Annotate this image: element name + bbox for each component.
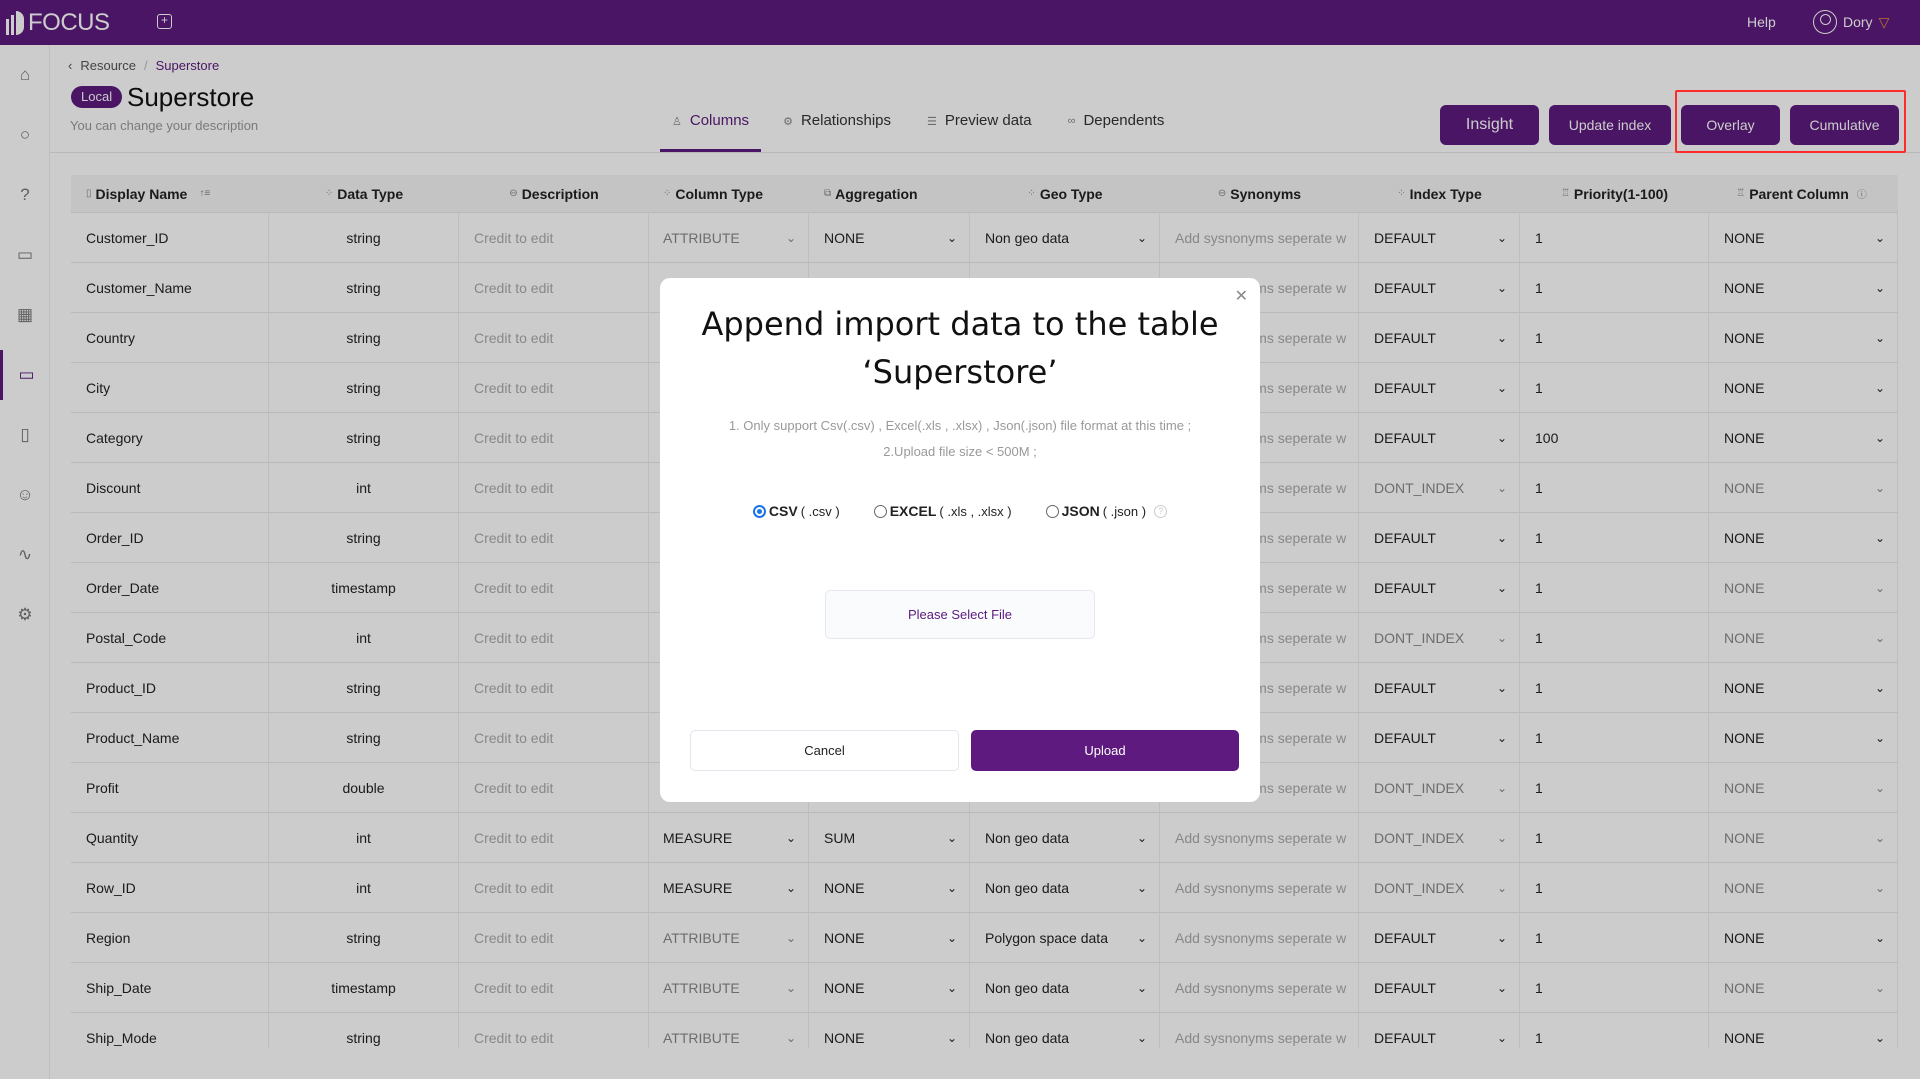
file-format-radio-group: CSV( .csv ) EXCEL( .xls , .xlsx ) JSON( .j… (660, 503, 1260, 519)
dialog-title-line2: ‘Superstore’ (862, 353, 1058, 391)
radio-format-name: JSON (1061, 503, 1100, 519)
radio-format-ext: ( .xls , .xlsx ) (939, 503, 1012, 519)
radio-format-name: EXCEL (889, 503, 937, 519)
append-import-dialog: ✕ Append import data to the table ‘Super… (660, 278, 1260, 802)
select-file-button[interactable]: Please Select File (825, 590, 1095, 639)
dialog-title-line1: Append import data to the table (701, 305, 1219, 343)
radio-button[interactable] (752, 504, 766, 518)
dialog-notes: 1. Only support Csv(.csv) , Excel(.xls ,… (660, 413, 1260, 465)
radio-button[interactable] (873, 504, 887, 518)
radio-json[interactable]: JSON( .json ) (1045, 503, 1147, 519)
upload-button[interactable]: Upload (971, 730, 1239, 771)
note-size: 2.Upload file size < 500M ; (883, 444, 1037, 459)
radio-format-ext: ( .csv ) (800, 503, 840, 519)
highlight-box (1675, 90, 1906, 153)
dialog-title: Append import data to the table ‘Superst… (660, 300, 1260, 396)
help-icon[interactable]: ? (1154, 504, 1168, 518)
radio-format-name: CSV (768, 503, 798, 519)
cancel-button[interactable]: Cancel (690, 730, 959, 771)
note-format: 1. Only support Csv(.csv) , Excel(.xls ,… (728, 418, 1192, 433)
radio-csv[interactable]: CSV( .csv ) (752, 503, 840, 519)
radio-format-ext: ( .json ) (1102, 503, 1147, 519)
radio-excel[interactable]: EXCEL( .xls , .xlsx ) (873, 503, 1012, 519)
radio-button[interactable] (1045, 504, 1059, 518)
